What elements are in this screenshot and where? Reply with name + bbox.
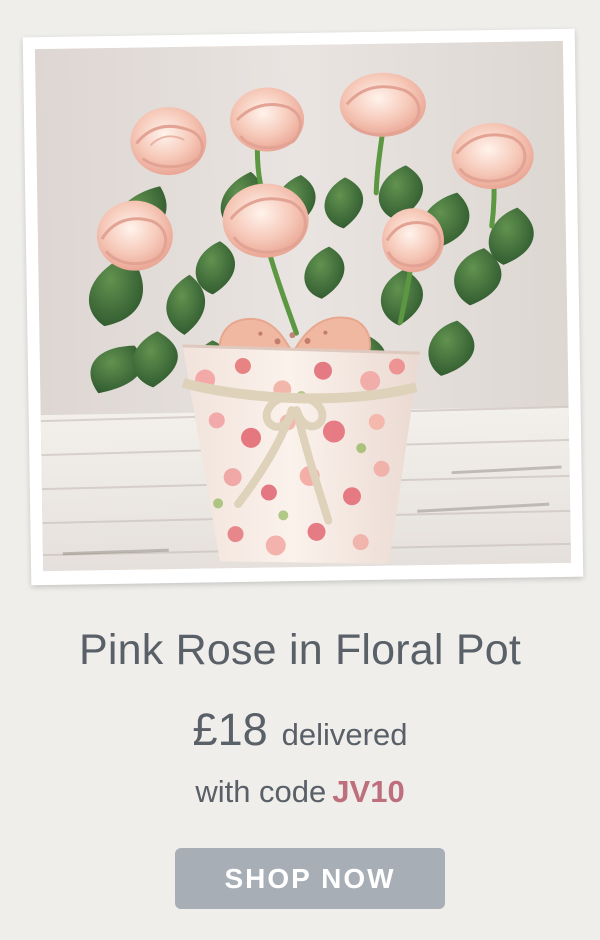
- product-title: Pink Rose in Floral Pot: [79, 626, 521, 674]
- price: £18: [192, 704, 268, 755]
- promo-code-line: with code JV10: [0, 776, 600, 807]
- promo-code: JV10: [332, 774, 405, 809]
- rose-pot-illustration: [34, 40, 572, 572]
- product-photo-frame[interactable]: [22, 28, 584, 586]
- shop-now-button[interactable]: SHOP NOW: [175, 848, 445, 909]
- promo-code-prefix: with code: [195, 774, 327, 809]
- product-image[interactable]: [34, 40, 572, 572]
- price-line: £18 delivered: [0, 707, 600, 752]
- price-suffix: delivered: [281, 717, 408, 752]
